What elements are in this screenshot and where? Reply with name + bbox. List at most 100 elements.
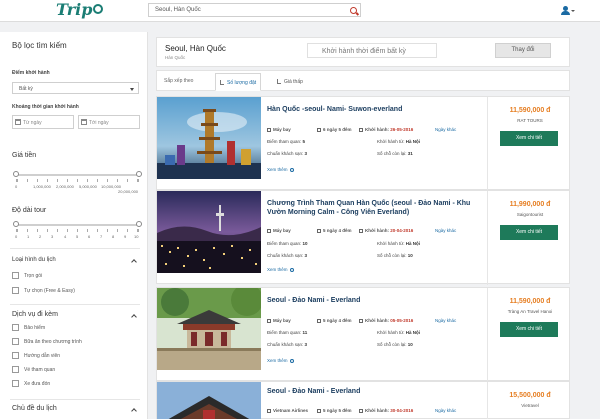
tour-meta: Máy bay 5 ngày 4 đêm Khởi hành: 20-04-20… — [267, 228, 487, 236]
other-dates-link[interactable]: Ngày khác — [435, 127, 456, 132]
chevron-up-icon[interactable] — [131, 259, 137, 265]
tour-thumbnail[interactable] — [157, 288, 261, 370]
to-date-input[interactable]: Tới ngày — [78, 115, 140, 129]
departure-value: Bất kỳ — [19, 86, 33, 92]
palace-roof-image — [157, 382, 261, 419]
logo-text: Trip — [56, 0, 93, 19]
duration-heading: Độ dài tour — [12, 207, 47, 214]
theme-heading: Chủ đề du lịch — [12, 405, 57, 412]
chevron-up-icon[interactable] — [131, 408, 137, 414]
tour-thumbnail[interactable] — [157, 97, 261, 179]
sort-bar: Sắp xếp theo Số lượng đặt Giá thấp — [156, 70, 570, 91]
tab-sort-price[interactable]: Giá thấp — [273, 73, 307, 91]
departure-date: Khởi hành: 26-05-2016 — [359, 127, 413, 132]
plane-icon — [267, 319, 271, 323]
chevron-down-icon — [571, 10, 575, 12]
service-checkbox[interactable]: Bữa ăn theo chương trình — [12, 338, 142, 346]
tour-type-checkbox[interactable]: Tự chọn (Free & Easy) — [12, 287, 142, 295]
detail-item: Điểm tham quan: 11 — [267, 330, 307, 335]
filter-sidebar: Bộ lọc tìm kiếm Điểm khởi hành Bất kỳ Kh… — [0, 32, 148, 419]
checkbox[interactable] — [12, 272, 19, 279]
more-link[interactable]: Xem thêm — [267, 167, 294, 172]
duration-slider-min-handle[interactable] — [13, 221, 19, 227]
price-slider[interactable] — [13, 171, 142, 177]
tour-type-checkbox[interactable]: Trọn gói — [12, 272, 142, 280]
tour-operator: RAT TOURS — [517, 118, 543, 123]
chevron-down-icon — [130, 88, 134, 91]
user-menu-button[interactable] — [561, 6, 575, 16]
tour-price: 15,500,000 đ — [509, 392, 551, 399]
other-dates-link[interactable]: Ngày khác — [435, 228, 456, 233]
departure-time-input[interactable]: Khởi hành thời điểm bất kỳ — [307, 43, 437, 58]
checkbox-label: Bảo hiểm — [24, 325, 46, 331]
checkbox[interactable] — [12, 380, 19, 387]
tour-title[interactable]: Chương Trình Tham Quan Hàn Quốc (seoul -… — [267, 199, 479, 217]
duration-value: 6 ngày 5 đêm — [323, 127, 352, 132]
service-checkbox[interactable]: Xe đưa đón — [12, 380, 142, 388]
detail-label: Số chỗ còn lại: — [377, 342, 407, 347]
price-slider-min-handle[interactable] — [13, 171, 19, 177]
destination-bar: Seoul, Hàn Quốc Hàn Quốc Khởi hành thời … — [156, 37, 570, 67]
magnifier-icon — [289, 168, 294, 172]
duration-slider-max-handle[interactable] — [136, 221, 142, 227]
tour-thumbnail[interactable] — [157, 382, 261, 419]
date-label: Khởi hành: — [365, 127, 389, 132]
duration-slider[interactable] — [13, 221, 142, 227]
price-slider-max-handle[interactable] — [136, 171, 142, 177]
checkbox[interactable] — [12, 324, 19, 331]
checkbox[interactable] — [12, 287, 19, 294]
tab-sort-bookings[interactable]: Số lượng đặt — [215, 73, 262, 91]
detail-value: 3 — [304, 253, 308, 258]
search-icon[interactable] — [350, 7, 357, 14]
change-button[interactable]: Thay đổi — [495, 43, 551, 58]
tour-operator: Saigontourist — [516, 212, 544, 217]
checkbox[interactable] — [12, 352, 19, 359]
tour-price: 11,990,000 đ — [509, 201, 551, 208]
view-details-button[interactable]: Xem chi tiết — [500, 131, 558, 146]
divider — [10, 304, 140, 305]
view-details-button[interactable]: Xem chi tiết — [500, 322, 558, 337]
duration-tick-label: 7 — [100, 234, 103, 239]
date-value: 20-04-2016 — [390, 228, 414, 233]
checkbox-label: Trọn gói — [24, 273, 43, 279]
price-tick-label: 0 — [15, 184, 18, 189]
more-link[interactable]: Xem thêm — [267, 267, 294, 272]
duration-tick-label: 4 — [64, 234, 67, 239]
checkbox-label: Vé tham quan — [24, 367, 56, 373]
tour-title[interactable]: Seoul - Đảo Nami - Everland — [267, 387, 479, 396]
tour-title[interactable]: Hàn Quốc -seoul- Nami- Suwon-everland — [267, 105, 479, 114]
view-details-button[interactable]: Xem chi tiết — [500, 225, 558, 240]
detail-value: 10 — [407, 253, 413, 258]
other-dates-link[interactable]: Ngày khác — [435, 408, 456, 413]
search-value: Seoul, Hàn Quốc — [155, 7, 201, 13]
checkbox[interactable] — [12, 366, 19, 373]
clock-icon — [317, 409, 321, 413]
duration-tick-label: 9 — [124, 234, 127, 239]
transport-value: Máy bay — [273, 318, 291, 323]
city-night-image — [157, 191, 261, 273]
chevron-up-icon[interactable] — [131, 314, 137, 320]
tour-thumbnail[interactable] — [157, 191, 261, 273]
departure-date: Khởi hành: 30-04-2016 — [359, 408, 413, 413]
date-value: 05-05-2016 — [390, 318, 414, 323]
duration-tick-label: 6 — [88, 234, 91, 239]
tab-label: Số lượng đặt — [227, 80, 257, 86]
more-link[interactable]: Xem thêm — [267, 358, 294, 363]
detail-label: Số chỗ còn lại: — [377, 253, 407, 258]
site-logo[interactable]: Trip — [56, 0, 104, 19]
duration: 5 ngày 5 đêm — [317, 408, 352, 413]
duration-value: 5 ngày 4 đêm — [323, 228, 352, 233]
tour-title[interactable]: Seoul - Đảo Nami - Everland — [267, 296, 479, 305]
clock-icon — [317, 229, 321, 233]
checkbox[interactable] — [12, 338, 19, 345]
service-checkbox[interactable]: Hướng dẫn viên — [12, 352, 142, 360]
departure-date: Khởi hành: 05-05-2016 — [359, 318, 413, 323]
departure-select[interactable]: Bất kỳ — [12, 82, 139, 94]
service-checkbox[interactable]: Vé tham quan — [12, 366, 142, 374]
detail-item: Khởi hành từ: Hà Nội — [377, 241, 420, 246]
duration-tick-label: 1 — [27, 234, 30, 239]
from-date-input[interactable]: Từ ngày — [12, 115, 74, 129]
other-dates-link[interactable]: Ngày khác — [435, 318, 456, 323]
search-input[interactable]: Seoul, Hàn Quốc — [148, 3, 361, 17]
service-checkbox[interactable]: Bảo hiểm — [12, 324, 142, 332]
